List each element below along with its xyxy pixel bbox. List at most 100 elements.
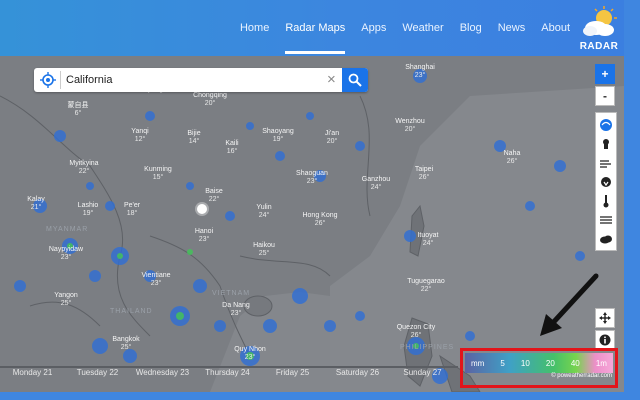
nav-about[interactable]: About: [541, 16, 570, 40]
city-name: Bijie: [187, 130, 201, 137]
location-pin-icon[interactable]: [197, 204, 207, 214]
city-label: Myitkyina 22°: [64, 160, 104, 176]
city-label: Hanoi 23°: [184, 228, 224, 244]
timeline-day[interactable]: Wednesday 23: [130, 368, 195, 382]
city-label: Baise 22°: [194, 188, 234, 204]
city-temp: 20°: [326, 138, 338, 145]
city-temp: 21°: [30, 204, 42, 211]
city-temp: 20°: [404, 126, 416, 133]
city-name: Bangkok: [112, 336, 140, 343]
timeline-day[interactable]: Saturday 26: [325, 368, 390, 382]
city-name: Shanghai: [405, 64, 435, 71]
header: Home Radar Maps Apps Weather Blog News A…: [0, 0, 624, 56]
locate-me-icon[interactable]: [40, 72, 56, 88]
city-name: Da Nang: [222, 302, 250, 309]
search-bar: ×: [34, 68, 368, 92]
nav-weather[interactable]: Weather: [402, 16, 443, 40]
city-name: 蒙自县: [67, 102, 89, 109]
search-button[interactable]: [342, 68, 368, 92]
city-temp: 26°: [410, 332, 422, 339]
timeline-day[interactable]: Sunday 27: [390, 368, 455, 382]
clear-icon[interactable]: ×: [327, 70, 336, 90]
wind-layer-icon[interactable]: [596, 153, 616, 172]
city-temp: 24°: [422, 240, 434, 247]
city-temp: 23°: [198, 236, 210, 243]
city-name: Ji'an: [324, 130, 340, 137]
city-name: Taipei: [414, 166, 434, 173]
timeline-day[interactable]: Monday 21: [0, 368, 65, 382]
nav-apps[interactable]: Apps: [361, 16, 386, 40]
city-label: Yanqi 12°: [120, 128, 160, 144]
city-name: Shaoyang: [262, 128, 294, 135]
city-temp: 6°: [74, 110, 82, 117]
city-label: Taipei 26°: [404, 166, 444, 182]
app-frame: Home Radar Maps Apps Weather Blog News A…: [0, 0, 624, 392]
city-name: Yangon: [54, 292, 78, 299]
city-name: Kaili: [225, 140, 239, 147]
timeline-day[interactable]: Thursday 24: [195, 368, 260, 382]
city-temp: 22°: [420, 286, 432, 293]
sun-cloud-logo-icon: [583, 6, 617, 36]
timeline: Monday 21 Tuesday 22 Wednesday 23 Thursd…: [0, 368, 460, 382]
logo[interactable]: RADAR: [578, 6, 620, 52]
city-temp: 12°: [134, 136, 146, 143]
zoom-out-button[interactable]: -: [595, 86, 615, 106]
thermometer-icon[interactable]: [596, 191, 616, 210]
city-temp: 18°: [126, 210, 138, 217]
city-label: Bangkok 25°: [106, 336, 146, 352]
city-label: Yangon 25°: [46, 292, 86, 308]
rain-layer-icon[interactable]: [596, 172, 616, 191]
city-name: Vientiane: [141, 272, 171, 279]
city-label: Shaoyang 19°: [258, 128, 298, 144]
search-icon: [348, 73, 362, 87]
search-input[interactable]: [66, 70, 316, 90]
temperature-layer-icon[interactable]: [596, 134, 616, 153]
city-name: Ituoyat: [417, 232, 439, 239]
city-temp: 20°: [204, 100, 216, 107]
city-label: Hong Kong 26°: [300, 212, 340, 228]
main-nav: Home Radar Maps Apps Weather Blog News A…: [224, 0, 570, 56]
city-label: Kalay 21°: [16, 196, 56, 212]
city-name: Myitkyina: [69, 160, 99, 167]
city-name: Naypyidaw: [48, 246, 84, 253]
timeline-day[interactable]: Friday 25: [260, 368, 325, 382]
city-name: Yulin: [256, 204, 272, 211]
city-label: Wenzhou 20°: [390, 118, 430, 134]
city-temp: 23°: [150, 280, 162, 287]
city-label: Bijie 14°: [174, 130, 214, 146]
nav-blog[interactable]: Blog: [460, 16, 482, 40]
city-name: Quy Nhon: [234, 346, 266, 353]
city-temp: 26°: [314, 220, 326, 227]
city-name: Shaoguan: [296, 170, 328, 177]
city-temp: 26°: [418, 174, 430, 181]
city-name: Ganzhou: [361, 176, 391, 183]
nav-news[interactable]: News: [498, 16, 526, 40]
city-name: Baise: [205, 188, 223, 195]
city-label: Chongqing 20°: [190, 92, 230, 108]
nav-radar-maps[interactable]: Radar Maps: [285, 16, 345, 54]
city-label: Shaoguan 23°: [292, 170, 332, 186]
nav-home[interactable]: Home: [240, 16, 269, 40]
city-label: Kunming 15°: [138, 166, 178, 182]
city-label: Lashio 19°: [68, 202, 108, 218]
city-label: Ituoyat 24°: [408, 232, 448, 248]
city-temp: 26°: [506, 158, 518, 165]
city-name: Lashio: [77, 202, 99, 209]
city-label: Shanghai 23°: [400, 64, 440, 80]
city-label: Yulin 24°: [244, 204, 284, 220]
fog-layer-icon[interactable]: [596, 210, 616, 229]
cloud-layer-icon[interactable]: [596, 229, 616, 248]
city-temp: 23°: [244, 354, 256, 361]
radar-layer-icon[interactable]: [596, 115, 616, 134]
map-toolbar: + -: [595, 64, 617, 251]
city-name: Naha: [503, 150, 521, 157]
timeline-day[interactable]: Tuesday 22: [65, 368, 130, 382]
layer-toolbar: [595, 112, 617, 251]
city-label: Vientiane 23°: [136, 272, 176, 288]
city-label: Ganzhou 24°: [356, 176, 396, 192]
city-temp: 24°: [370, 184, 382, 191]
city-label: Quy Nhon 23°: [230, 346, 270, 362]
zoom-in-button[interactable]: +: [595, 64, 615, 84]
city-temp: 15°: [152, 174, 164, 181]
city-name: Hong Kong: [302, 212, 338, 219]
